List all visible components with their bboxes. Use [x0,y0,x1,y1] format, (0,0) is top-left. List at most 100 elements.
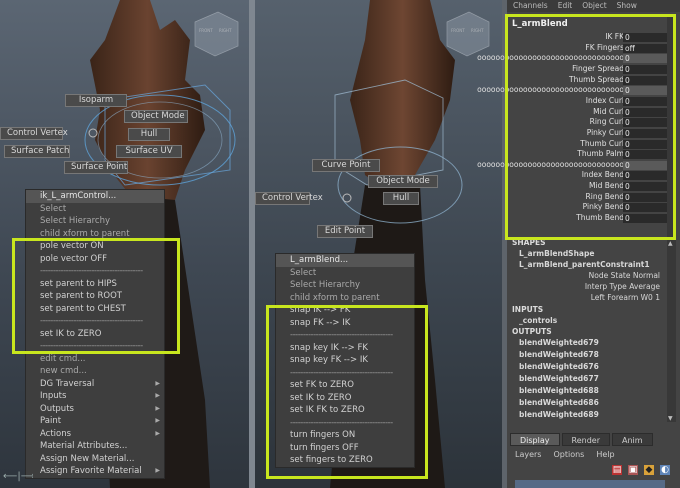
channel-row[interactable]: Finger Spread 0 [509,64,674,75]
menu-item-select-hierarchy[interactable]: Select Hierarchy [276,279,414,292]
menu-options[interactable]: Options [553,450,584,459]
menu-item-new-cmd[interactable]: new cmd... [26,365,164,378]
shapes-header: SHAPES [512,238,546,247]
channel-box-menubar: Channels Edit Object Show [507,0,680,12]
marking-edit-point[interactable]: Edit Point [317,225,373,238]
menu-item-paint[interactable]: Paint ▶ [26,415,164,428]
menu-show[interactable]: Show [617,0,637,12]
layer-list[interactable] [515,480,665,488]
marking-surface-uv[interactable]: Surface UV [116,145,182,158]
menu-edit[interactable]: Edit [558,0,573,12]
marking-surface-patch[interactable]: Surface Patch [4,145,70,158]
menu-item-set-ik-zero[interactable]: set IK to ZERO [26,328,164,341]
marking-object-mode[interactable]: Object Mode [368,175,438,188]
channel-row[interactable]: Thumb Curl 0 [509,139,674,150]
menu-item-assign-favorite-material[interactable]: Assign Favorite Material ▶ [26,465,164,478]
menu-item-turn-fingers-on[interactable]: turn fingers ON [276,429,414,442]
channel-row[interactable]: Ring Bend 0 [509,192,674,203]
marking-surface-point[interactable]: Surface Point [64,161,128,174]
channel-row[interactable]: Ring Curl 0 [509,117,674,128]
menu-item-turn-fingers-off[interactable]: turn fingers OFF [276,442,414,455]
menu-item-inputs[interactable]: Inputs ▶ [26,390,164,403]
menu-item-child-xform[interactable]: child xform to parent [26,228,164,241]
layer-move-icon[interactable]: ◐ [660,465,670,475]
menu-layers[interactable]: Layers [515,450,541,459]
output-item[interactable]: blendWeighted688 [519,386,599,395]
marking-control-vertex[interactable]: Control Vertex [0,127,68,140]
menu-item-set-fk-zero[interactable]: set FK to ZERO [276,379,414,392]
menu-item-snap-fk-ik[interactable]: snap FK --> IK [276,317,414,330]
channel-row[interactable]: Thumb Bend 0 [509,213,674,224]
attributes-scrollbar[interactable]: ▲ ▼ [667,240,676,422]
input-item[interactable]: _controls [519,316,557,325]
menu-item-snap-key-ik-fk[interactable]: snap key IK --> FK [276,342,414,355]
output-item[interactable]: blendWeighted677 [519,374,599,383]
channel-row[interactable]: Pinky Curl 0 [509,128,674,139]
attr-left-forearm-w0[interactable]: Left Forearm W0 1 [510,293,660,302]
new-layer-selected-icon[interactable]: ▣ [628,465,638,475]
marking-hull[interactable]: Hull [383,192,419,205]
tab-anim[interactable]: Anim [611,433,653,446]
tab-display[interactable]: Display [510,433,560,446]
marking-object-mode[interactable]: Object Mode [124,110,188,123]
menu-item-select[interactable]: Select [26,203,164,216]
marking-isoparm[interactable]: Isoparm [65,94,127,107]
channel-row[interactable]: Pinky Bend 0 [509,202,674,213]
menu-help[interactable]: Help [596,450,614,459]
menu-item-assign-new-material[interactable]: Assign New Material... [26,453,164,466]
menu-item-child-xform[interactable]: child xform to parent [276,292,414,305]
menu-item-snap-key-fk-ik[interactable]: snap key FK --> IK [276,354,414,367]
menu-item-edit-cmd[interactable]: edit cmd... [26,353,164,366]
constraint-item[interactable]: L_armBlend_parentConstraint1 [519,260,650,269]
left-viewport[interactable]: FRONT RIGHT Isoparm Object Mode Hull Con… [0,0,249,488]
menu-item-snap-ik-fk[interactable]: snap IK --> FK [276,304,414,317]
menu-title: ik_L_armControl... [26,190,164,203]
menu-item-actions[interactable]: Actions ▶ [26,428,164,441]
menu-item-parent-root[interactable]: set parent to ROOT [26,290,164,303]
marking-hull[interactable]: Hull [128,128,170,141]
output-item[interactable]: blendWeighted676 [519,362,599,371]
channel-row[interactable]: oooooooooooooooooooooooooooooooo 0 [477,85,674,96]
output-item[interactable]: blendWeighted689 [519,410,599,419]
menu-item-material-attributes[interactable]: Material Attributes... [26,440,164,453]
channel-row[interactable]: Mid Curl 0 [509,107,674,118]
channel-scrollbar[interactable] [667,16,676,238]
channel-row[interactable]: Thumb Palm 0 [509,149,674,160]
layer-options-icon[interactable]: ◆ [644,465,654,475]
tab-render[interactable]: Render [561,433,610,446]
channel-row[interactable]: Index Curl 0 [509,96,674,107]
scroll-up-icon[interactable]: ▲ [668,240,673,247]
channel-row[interactable]: oooooooooooooooooooooooooooooooo 0 [477,160,674,171]
attr-node-state[interactable]: Node State Normal [510,271,660,280]
menu-item-select-hierarchy[interactable]: Select Hierarchy [26,215,164,228]
output-item[interactable]: blendWeighted686 [519,398,599,407]
marking-control-vertex[interactable]: Control Vertex [255,192,323,205]
menu-item-outputs[interactable]: Outputs ▶ [26,403,164,416]
marking-curve-point[interactable]: Curve Point [312,159,380,172]
right-viewport[interactable]: FRONT RIGHT Curve Point Object Mode Cont… [255,0,502,488]
menu-item-set-fingers-zero[interactable]: set fingers to ZERO [276,454,414,467]
menu-item-parent-hips[interactable]: set parent to HIPS [26,278,164,291]
new-layer-icon[interactable]: ▤ [612,465,622,475]
menu-object[interactable]: Object [582,0,606,12]
attr-interp-type[interactable]: Interp Type Average [510,282,660,291]
scroll-down-icon[interactable]: ▼ [668,415,673,422]
channel-row[interactable]: oooooooooooooooooooooooooooooooo 0 [477,53,674,64]
output-item[interactable]: blendWeighted678 [519,350,599,359]
channel-row[interactable]: Mid Bend 0 [509,181,674,192]
channel-row[interactable]: Thumb Spread 0 [509,75,674,86]
menu-item-parent-chest[interactable]: set parent to CHEST [26,303,164,316]
shape-item[interactable]: L_armBlendShape [519,249,594,258]
menu-item-set-ik-zero[interactable]: set IK to ZERO [276,392,414,405]
menu-item-pole-vector-off[interactable]: pole vector OFF [26,253,164,266]
channel-row[interactable]: FK Fingers off [509,43,674,54]
channel-row[interactable]: IK FK 0 [509,32,674,43]
menu-item-set-ik-fk-zero[interactable]: set IK FK to ZERO [276,404,414,417]
channel-row[interactable]: Index Bend 0 [509,170,674,181]
object-name[interactable]: L_armBlend [512,19,568,29]
menu-item-pole-vector-on[interactable]: pole vector ON [26,240,164,253]
menu-channels[interactable]: Channels [513,0,548,12]
output-item[interactable]: blendWeighted679 [519,338,599,347]
menu-item-select[interactable]: Select [276,267,414,280]
menu-item-dg-traversal[interactable]: DG Traversal ▶ [26,378,164,391]
